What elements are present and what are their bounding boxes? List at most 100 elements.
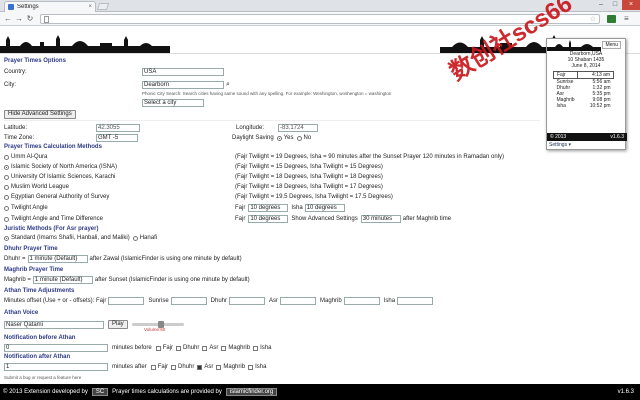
method-radio-karachi[interactable] (4, 174, 9, 180)
hide-advanced-button[interactable]: Hide Advanced Settings (4, 110, 76, 119)
dst-no-radio[interactable] (296, 135, 302, 141)
reload-icon[interactable]: ↻ (25, 14, 35, 23)
dhuhr-offset-input[interactable] (229, 297, 266, 305)
popup-skyline-icon (547, 40, 601, 51)
asr-offset-label: Asr (269, 298, 279, 304)
method-desc: (Fajr Twilight = 18 Degrees, Isha Twilig… (235, 174, 383, 180)
longitude-field[interactable]: -83.1724 (278, 124, 318, 132)
method-radio-isna[interactable] (4, 164, 9, 170)
isha-minutes-select[interactable]: 30 minutes (360, 215, 401, 223)
maghrib-offset-label: Maghrib (320, 298, 342, 304)
select-city-dropdown[interactable]: Select a city (142, 99, 204, 107)
fajr2-degrees-select[interactable]: 10 degrees (248, 215, 289, 223)
tab-title: Settings (17, 4, 39, 10)
show-advanced-link[interactable]: Show Advanced Settings (291, 216, 357, 222)
offset-label: Minutes offset (Use + or - offsets): Faj… (4, 298, 107, 304)
latitude-field[interactable]: 42.3055 (96, 124, 140, 132)
popup-version: v1.6.3 (610, 134, 624, 140)
isha-degrees-select[interactable]: 10 degrees (304, 204, 345, 212)
tab-settings[interactable]: Settings × (4, 1, 96, 12)
latitude-label: Latitude: (4, 125, 28, 131)
after-maghrib-checkbox[interactable] (216, 364, 222, 370)
fajr-offset-input[interactable] (108, 297, 145, 305)
back-icon[interactable]: ← (3, 14, 13, 23)
sunrise-offset-input[interactable] (170, 297, 207, 305)
dhuhr-offset-label: Dhuhr (210, 298, 228, 304)
play-button[interactable]: Play (108, 320, 128, 329)
dst-no-label: No (303, 135, 312, 141)
minimize-icon[interactable]: – (594, 0, 608, 10)
prayer-time: 4:13 am (577, 71, 615, 79)
after-isha-label: Isha (255, 364, 267, 370)
maghrib-select[interactable]: 1 minute (Default) (32, 276, 93, 284)
method-radio-twilight-angle[interactable] (4, 205, 9, 211)
volume-slider[interactable] (131, 321, 184, 328)
popup-copyright: © 2013 (550, 134, 567, 140)
method-name: University Of Islamic Sciences, Karachi (11, 174, 116, 180)
popup-date: June 8, 2014 (571, 63, 601, 69)
after-fajr-checkbox[interactable] (150, 364, 156, 370)
submit-bug-link[interactable]: Submit a bug or request a feature here (4, 375, 81, 380)
popup-menu-button[interactable]: Menu (602, 41, 621, 49)
method-radio-egyptian[interactable] (4, 194, 9, 200)
juristic-standard-radio[interactable] (4, 235, 9, 241)
after-minutes-input[interactable]: 1 (4, 363, 108, 371)
before-dhuhr-checkbox[interactable] (176, 345, 182, 351)
bookmark-star-icon[interactable]: ☆ (590, 15, 596, 23)
isha-offset-input[interactable] (397, 297, 434, 305)
before-isha-checkbox[interactable] (253, 345, 259, 351)
before-fajr-checkbox[interactable] (155, 345, 161, 351)
developer-logo[interactable]: SC (91, 388, 109, 396)
country-select[interactable]: USA (142, 68, 224, 76)
prayer-extension-icon[interactable] (607, 15, 616, 23)
method-name: Islamic Society of North America (ISNA) (11, 164, 118, 170)
juristic-hanafi-radio[interactable] (132, 235, 138, 241)
prayer-times-table: Fajr 4:13 am Sunrise 5:56 am Dhuhr 1:32 pm … (552, 71, 615, 109)
before-maghrib-checkbox[interactable] (221, 345, 227, 351)
popup-footer: © 2013 v1.6.3 (547, 133, 627, 141)
maghrib-after-text: after Sunset (IslamicFinder is using one… (94, 277, 250, 283)
popup-settings-link[interactable]: Settings ▾ (549, 142, 571, 148)
after-dhuhr-checkbox[interactable] (171, 364, 177, 370)
isha-offset-label: Isha (383, 298, 396, 304)
after-asr-checkbox[interactable] (197, 364, 203, 370)
method-radio-umm-al-qura[interactable] (4, 154, 9, 160)
isha-label: Isha (291, 205, 303, 211)
new-tab-button[interactable] (96, 3, 110, 10)
maghrib-label: Maghrib = (4, 277, 31, 283)
after-isha-checkbox[interactable] (248, 364, 254, 370)
minutes-after-label: minutes after (112, 364, 147, 370)
search-icon[interactable]: ⌕ (226, 81, 230, 89)
before-dhuhr-label: Dhuhr (183, 345, 200, 351)
dst-yes-radio[interactable] (276, 135, 282, 141)
city-label: City: (4, 82, 16, 88)
method-radio-mwl[interactable] (4, 184, 9, 190)
voice-select[interactable]: Naser Qatami (4, 320, 104, 329)
method-radio-twilight-time[interactable] (4, 216, 9, 222)
method-name: Umm Al-Qura (11, 154, 48, 160)
page-icon (44, 16, 49, 23)
close-window-icon[interactable]: × (622, 0, 640, 10)
sunrise-offset-label: Sunrise (148, 298, 169, 304)
dhuhr-select[interactable]: 1 minute (Default) (27, 255, 88, 263)
dhuhr-label: Dhuhr = (4, 256, 26, 262)
city-input[interactable]: Dearborn (142, 81, 224, 89)
tab-close-icon[interactable]: × (88, 4, 92, 10)
forward-icon[interactable]: → (14, 14, 24, 23)
volume-label: Volume:60 (144, 327, 166, 332)
before-minutes-input[interactable]: 0 (4, 344, 108, 352)
maghrib-offset-input[interactable] (343, 297, 380, 305)
fajr-label: Fajr (235, 205, 246, 211)
method-desc: (Fajr Twilight = 18 Degrees, Isha Twilig… (235, 184, 383, 190)
islamicfinder-logo[interactable]: islamicfinder.org (225, 388, 278, 396)
asr-offset-input[interactable] (280, 297, 317, 305)
chrome-menu-icon[interactable]: ≡ (624, 15, 634, 23)
timezone-select[interactable]: GMT -5 (96, 134, 138, 142)
fajr-degrees-select[interactable]: 10 degrees (248, 204, 289, 212)
footer-version: v1.6.3 (617, 389, 634, 395)
adjustments-heading: Athan Time Adjustments (4, 288, 75, 294)
prayer-time: 10:52 pm (589, 103, 611, 109)
before-asr-checkbox[interactable] (202, 345, 208, 351)
maximize-icon[interactable]: □ (608, 0, 622, 10)
after-maghrib-label: after Maghrib time (402, 216, 452, 222)
